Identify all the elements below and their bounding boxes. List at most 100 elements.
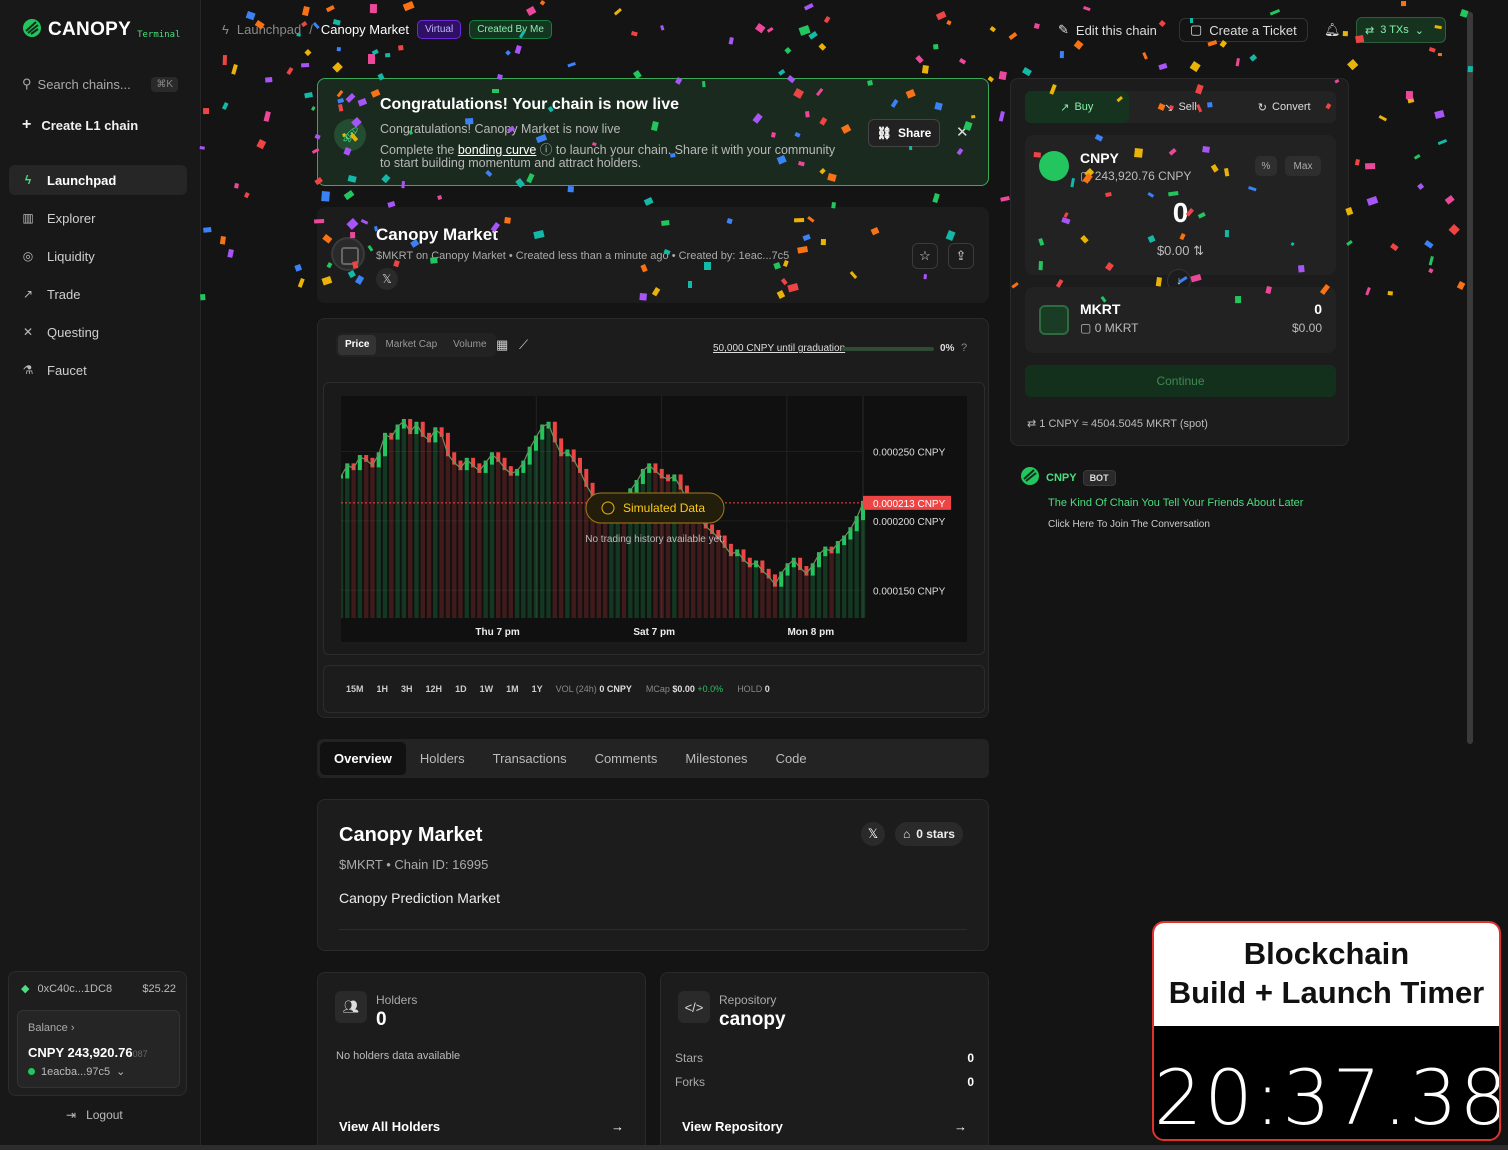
holders-empty-text: No holders data available [336, 1050, 461, 1062]
pay-balance: ▢ 243,920.76 CNPY [1080, 169, 1192, 183]
tab-convert[interactable]: ↻ Convert [1232, 91, 1336, 123]
confetti-piece [1000, 195, 1010, 202]
timeframe-15m[interactable]: 15M [346, 684, 364, 694]
github-icon: ⌂ [903, 827, 911, 841]
sidebar-item-trade[interactable]: ↗ Trade [9, 279, 187, 309]
swap-icon: ⇄ [1027, 418, 1037, 430]
candlestick-icon[interactable]: ▦ [496, 337, 508, 353]
timeframe-1d[interactable]: 1D [455, 684, 467, 694]
help-icon[interactable]: ? [961, 342, 967, 354]
view-repository-link[interactable]: View Repository → [682, 1119, 967, 1134]
sidebar-item-liquidity[interactable]: ◎ Liquidity [9, 241, 187, 271]
continue-button[interactable]: Continue [1025, 365, 1336, 397]
confetti-piece [1059, 51, 1064, 59]
timeframe-bar: 15M 1H 3H 12H 1D 1W 1M 1Y VOL (24h) 0 CN… [323, 665, 985, 713]
x-social-icon[interactable]: 𝕏 [861, 822, 885, 846]
receive-section: MKRT ▢ 0 MKRT 0 $0.00 [1025, 287, 1336, 353]
sidebar-item-launchpad[interactable]: ϟ Launchpad [9, 165, 187, 195]
mode-market-cap[interactable]: Market Cap [378, 335, 444, 355]
sidebar-item-label: Questing [47, 324, 100, 340]
view-all-holders-link[interactable]: View All Holders → [339, 1119, 624, 1134]
tab-sell[interactable]: ↘ Sell [1129, 91, 1233, 123]
confetti-piece [958, 58, 967, 65]
tab-overview[interactable]: Overview [320, 742, 406, 775]
line-chart-icon[interactable]: ⟋ [519, 337, 528, 353]
star-icon[interactable]: ☆ [912, 243, 938, 269]
transactions-button[interactable]: ⇄ 3 TXs ⌄ [1356, 17, 1446, 43]
logout-button[interactable]: ⇥ Logout [66, 1108, 123, 1122]
wallet-header[interactable]: ◆ 0xC40c...1DC8 $25.22 [21, 982, 176, 996]
price-chart[interactable]: 0.000250 CNPY 0.000200 CNPY 0.000150 CNPY 0… [341, 396, 967, 642]
close-icon[interactable]: ✕ [956, 123, 969, 141]
mode-price[interactable]: Price [338, 335, 377, 355]
search-icon: ⚲ [22, 76, 32, 91]
confetti-piece [933, 44, 939, 50]
overview-title: Canopy Market [339, 824, 483, 846]
confetti-piece [1158, 20, 1166, 28]
amount-input[interactable]: 0 [1025, 197, 1336, 229]
confetti-piece [1417, 182, 1425, 191]
repository-label: Repository [719, 993, 777, 1007]
tab-buy[interactable]: ↗ Buy [1025, 91, 1129, 123]
banner-line-1: Congratulations! Canopy Market is now li… [380, 122, 621, 136]
breadcrumb-parent[interactable]: Launchpad [237, 22, 301, 37]
timeframe-12h[interactable]: 12H [426, 684, 443, 694]
confetti-piece [311, 105, 316, 111]
balance-card[interactable]: Balance › CNPY 243,920.76087 1eacba...97… [17, 1010, 180, 1088]
mode-volume[interactable]: Volume [446, 335, 493, 355]
share-label: Share [897, 126, 932, 140]
bot-message[interactable]: CNPY BOT The Kind Of Chain You Tell Your… [1020, 466, 1303, 530]
sidebar-item-explorer[interactable]: ▥ Explorer [9, 203, 187, 233]
github-stars-badge[interactable]: ⌂ 0 stars [895, 822, 963, 846]
bonding-curve-link[interactable]: bonding curve [458, 143, 537, 157]
confetti-piece [245, 11, 256, 21]
x-tick-label: Mon 8 pm [787, 627, 834, 638]
notifications-button[interactable]: 🔔︎ [1324, 18, 1341, 42]
confetti-piece [371, 49, 379, 56]
confetti-piece [1428, 47, 1436, 53]
confetti-piece [998, 71, 1007, 81]
sidebar-item-label: Trade [47, 286, 81, 302]
x-tick-label: Sat 7 pm [633, 627, 675, 638]
tab-code[interactable]: Code [762, 742, 821, 775]
timeframe-1m[interactable]: 1M [506, 684, 519, 694]
confetti-piece [567, 62, 576, 68]
confetti-piece [505, 49, 511, 56]
account-selector[interactable]: 1eacba...97c5 ⌄ [28, 1065, 125, 1078]
swap-vertical-icon[interactable]: ⇅ [1193, 243, 1204, 258]
timeframe-1y[interactable]: 1Y [532, 684, 543, 694]
share-button[interactable]: ⛓︎ Share [868, 119, 940, 147]
edit-chain-button[interactable]: ✎ Edit this chain [1058, 18, 1157, 42]
sidebar-item-questing[interactable]: ✕ Questing [9, 317, 187, 347]
confetti-piece [630, 31, 638, 37]
tab-holders[interactable]: Holders [406, 742, 479, 775]
x-social-icon[interactable]: 𝕏 [376, 268, 398, 290]
sidebar: CANOPY Terminal ⚲ Search chains... ⌘K + … [0, 0, 201, 1145]
create-chain-button[interactable]: + Create L1 chain [22, 116, 138, 134]
timer-overlay: Blockchain Build + Launch Timer 20:37.38 [1152, 921, 1501, 1141]
tab-milestones[interactable]: Milestones [671, 742, 761, 775]
tab-transactions[interactable]: Transactions [479, 742, 581, 775]
y-tick-label: 0.000150 CNPY [873, 586, 946, 597]
max-button[interactable]: Max [1285, 156, 1321, 176]
bot-line-2[interactable]: Click Here To Join The Conversation [1048, 519, 1303, 530]
timeframe-1w[interactable]: 1W [480, 684, 494, 694]
tab-comments[interactable]: Comments [581, 742, 672, 775]
timer-title: Blockchain Build + Launch Timer [1154, 923, 1499, 1026]
create-ticket-button[interactable]: ▢ Create a Ticket [1179, 18, 1308, 42]
percent-button[interactable]: % [1255, 156, 1277, 176]
confetti-piece [921, 65, 929, 74]
logout-icon: ⇥ [66, 1108, 77, 1122]
confetti-piece [1083, 6, 1091, 12]
brand-logo[interactable]: CANOPY Terminal [22, 18, 180, 41]
upload-icon[interactable]: ⇪ [948, 243, 974, 269]
sidebar-item-faucet[interactable]: ⚗ Faucet [9, 355, 187, 385]
timeframe-3h[interactable]: 3H [401, 684, 413, 694]
balance-label: Balance › [28, 1022, 75, 1034]
page-scrollbar[interactable] [1467, 12, 1473, 744]
simulated-label: Simulated Data [623, 501, 705, 515]
ethereum-icon: ◆ [21, 983, 30, 995]
timeframe-1h[interactable]: 1H [377, 684, 389, 694]
confetti-piece [368, 54, 375, 64]
search-input[interactable]: ⚲ Search chains... ⌘K [22, 74, 178, 94]
